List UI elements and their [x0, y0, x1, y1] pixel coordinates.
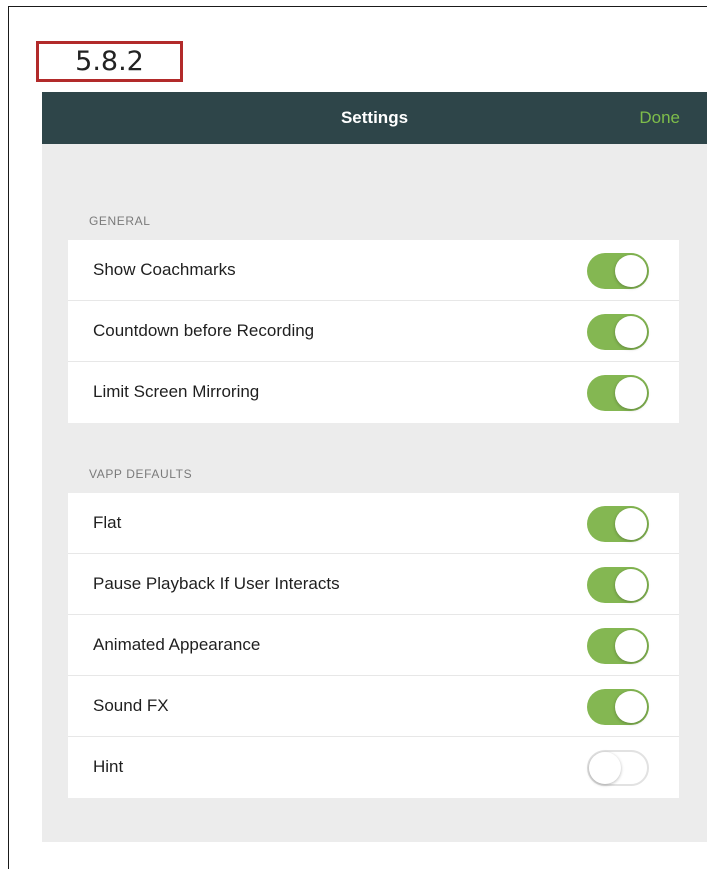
page-title: Settings — [340, 108, 409, 127]
navigation-bar: Settings Done — [42, 92, 707, 144]
animated-appearance-toggle[interactable] — [587, 628, 649, 664]
toggle-knob — [615, 508, 647, 540]
settings-row-countdown-before-recording: Countdown before Recording — [68, 301, 679, 362]
row-label: Pause Playback If User Interacts — [93, 574, 340, 593]
section-header-vapp-defaults: VAPP DEFAULTS — [89, 467, 193, 481]
row-label: Show Coachmarks — [93, 260, 236, 279]
toggle-knob — [615, 691, 647, 723]
version-label: 5.8.2 — [36, 41, 183, 82]
sound-fx-toggle[interactable] — [587, 689, 649, 725]
toggle-knob — [615, 377, 647, 409]
toggle-knob — [615, 569, 647, 601]
row-label: Animated Appearance — [93, 635, 261, 654]
countdown-before-recording-toggle[interactable] — [587, 314, 649, 350]
toggle-knob — [615, 630, 647, 662]
settings-row-pause-playback: Pause Playback If User Interacts — [68, 554, 679, 615]
settings-row-sound-fx: Sound FX — [68, 676, 679, 737]
flat-toggle[interactable] — [587, 506, 649, 542]
row-label: Countdown before Recording — [93, 321, 315, 340]
done-button[interactable]: Done — [639, 92, 680, 144]
toggle-knob — [615, 316, 647, 348]
toggle-knob — [615, 255, 647, 287]
settings-group-general: Show Coachmarks Countdown before Recordi… — [68, 240, 679, 423]
show-coachmarks-toggle[interactable] — [587, 253, 649, 289]
settings-row-flat: Flat — [68, 493, 679, 554]
row-label: Flat — [93, 513, 122, 532]
limit-screen-mirroring-toggle[interactable] — [587, 375, 649, 411]
settings-row-animated-appearance: Animated Appearance — [68, 615, 679, 676]
settings-row-show-coachmarks: Show Coachmarks — [68, 240, 679, 301]
settings-row-limit-screen-mirroring: Limit Screen Mirroring — [68, 362, 679, 423]
row-label: Hint — [93, 757, 124, 776]
settings-group-vapp-defaults: Flat Pause Playback If User Interacts An… — [68, 493, 679, 798]
row-label: Limit Screen Mirroring — [93, 382, 260, 401]
settings-panel: Settings Done GENERAL Show Coachmarks Co… — [42, 92, 707, 842]
toggle-knob — [589, 752, 621, 784]
hint-toggle[interactable] — [587, 750, 649, 786]
settings-row-hint: Hint — [68, 737, 679, 798]
row-label: Sound FX — [93, 696, 169, 715]
pause-playback-toggle[interactable] — [587, 567, 649, 603]
section-header-general: GENERAL — [89, 214, 151, 228]
